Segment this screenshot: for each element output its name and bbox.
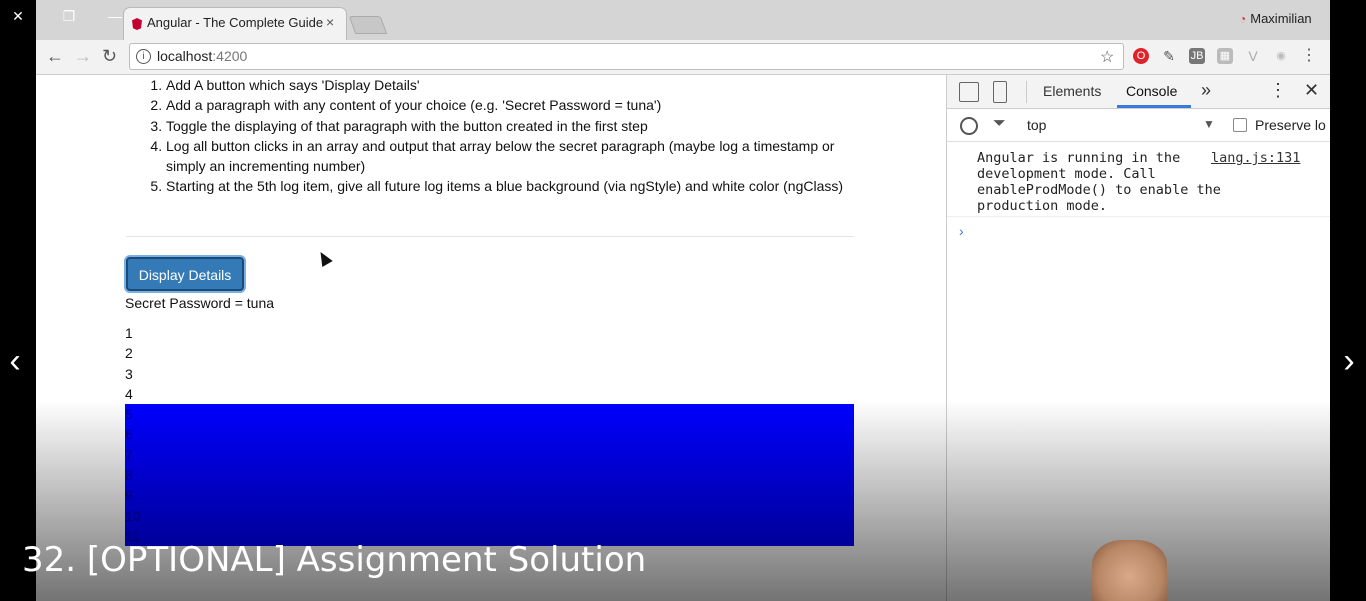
reload-icon[interactable]: ↻ — [102, 46, 117, 67]
display-details-button[interactable]: Display Details — [126, 257, 244, 291]
context-selector[interactable]: top — [1027, 117, 1046, 133]
next-icon[interactable]: › — [1334, 344, 1364, 378]
url-port: :4200 — [212, 48, 248, 64]
browser-toolbar: ← → ↻ i localhost:4200 ☆ O ✎ JB ▦ V ◉ ⋮ — [36, 40, 1330, 75]
address-bar[interactable]: i localhost:4200 ☆ — [129, 43, 1124, 70]
player-left-bar: ✕ ‹ — [0, 0, 36, 601]
player-right-bar: › — [1330, 0, 1366, 601]
page-content: Add A button which says 'Display Details… — [36, 75, 946, 601]
close-devtools-icon[interactable]: ✕ — [1304, 80, 1319, 101]
context-dropdown-icon[interactable]: ▼ — [1203, 117, 1215, 131]
console-message-source-link[interactable]: lang.js:131 — [1211, 150, 1300, 166]
color-picker-extension-icon[interactable]: ✎ — [1161, 48, 1177, 64]
angular-favicon-icon — [132, 18, 142, 30]
mouse-cursor-icon — [315, 248, 333, 268]
bookmark-star-icon[interactable]: ☆ — [1100, 47, 1114, 67]
log-item: 2 — [125, 345, 133, 362]
video-title: 32. [OPTIONAL] Assignment Solution — [22, 540, 647, 580]
profile-button[interactable]: ◔ Maximilian — [1239, 11, 1312, 26]
log-item: 5 — [125, 404, 854, 425]
active-tab-indicator — [1117, 105, 1191, 108]
browser-window: ❐ — Angular - The Complete Guide × ◔ Maxi… — [36, 0, 1330, 601]
preserve-log-checkbox[interactable] — [1233, 118, 1247, 132]
assignment-steps: Add A button which says 'Display Details… — [126, 75, 866, 197]
step-item: Log all button clicks in an array and ou… — [166, 136, 866, 177]
log-item: 7 — [125, 444, 854, 466]
menu-icon[interactable]: ⋮ — [1301, 48, 1317, 64]
tab-strip: ❐ — Angular - The Complete Guide × ◔ Maxi… — [36, 0, 1330, 40]
url-text: localhost:4200 — [157, 48, 247, 64]
camera-extension-icon[interactable]: ◉ — [1273, 48, 1289, 64]
console-prompt[interactable]: › — [959, 223, 964, 239]
jb-extension-icon[interactable]: JB — [1189, 48, 1205, 64]
console-filter-bar: ⏷ top ▼ Preserve lo — [947, 109, 1330, 142]
close-icon[interactable]: ✕ — [6, 0, 30, 32]
grid-extension-icon[interactable]: ▦ — [1217, 48, 1233, 64]
filter-icon[interactable]: ⏷ — [993, 115, 1006, 133]
device-toolbar-icon[interactable] — [993, 81, 1007, 103]
console-message: Angular is running in the development mo… — [947, 142, 1330, 217]
info-icon[interactable]: i — [136, 49, 151, 64]
click-log-list: 1 2 3 4 5 6 7 8 9 10 11 — [125, 323, 854, 547]
preserve-log-label: Preserve lo — [1255, 117, 1326, 133]
step-item: Add A button which says 'Display Details… — [166, 75, 866, 95]
log-item: 6 — [125, 424, 854, 445]
devtools-panel: Elements Console » ⋮ ✕ ⏷ top ▼ Preserve … — [946, 75, 1330, 601]
console-message-text: Angular is running in the development mo… — [977, 150, 1221, 214]
devtools-tabbar: Elements Console » ⋮ ✕ — [947, 75, 1330, 109]
log-item: 1 — [125, 325, 133, 341]
secret-paragraph: Secret Password = tuna — [125, 295, 275, 311]
divider — [126, 236, 854, 237]
new-tab-button[interactable] — [348, 16, 388, 34]
tab-console[interactable]: Console — [1126, 83, 1177, 99]
vue-extension-icon[interactable]: V — [1245, 48, 1261, 64]
log-item: 3 — [125, 365, 133, 382]
forward-icon[interactable]: → — [74, 46, 92, 67]
profile-icon: ◔ — [1239, 12, 1247, 26]
log-item: 9 — [125, 485, 854, 506]
clear-console-icon[interactable] — [960, 117, 978, 135]
devtools-menu-icon[interactable]: ⋮ — [1269, 80, 1287, 101]
instructor-webcam-image — [1092, 540, 1167, 601]
log-item: 10 — [125, 505, 854, 526]
log-item: 8 — [125, 465, 854, 486]
toolbar-separator — [1026, 81, 1027, 103]
opera-extension-icon[interactable]: O — [1133, 48, 1149, 64]
more-tabs-icon[interactable]: » — [1201, 80, 1211, 101]
step-item: Starting at the 5th log item, give all f… — [166, 176, 866, 196]
tab-elements[interactable]: Elements — [1043, 83, 1101, 99]
log-item: 4 — [125, 385, 133, 402]
restore-icon[interactable]: ❐ — [54, 0, 84, 32]
previous-icon[interactable]: ‹ — [0, 344, 30, 378]
profile-name: Maximilian — [1250, 11, 1312, 26]
tab-close-icon[interactable]: × — [326, 14, 334, 30]
back-icon[interactable]: ← — [46, 46, 64, 67]
browser-tab-active[interactable]: Angular - The Complete Guide × — [124, 8, 346, 40]
url-host: localhost — [157, 48, 213, 64]
tab-title: Angular - The Complete Guide — [147, 15, 324, 30]
inspect-element-icon[interactable] — [959, 82, 979, 102]
step-item: Toggle the displaying of that paragraph … — [166, 116, 866, 136]
step-item: Add a paragraph with any content of your… — [166, 95, 866, 115]
